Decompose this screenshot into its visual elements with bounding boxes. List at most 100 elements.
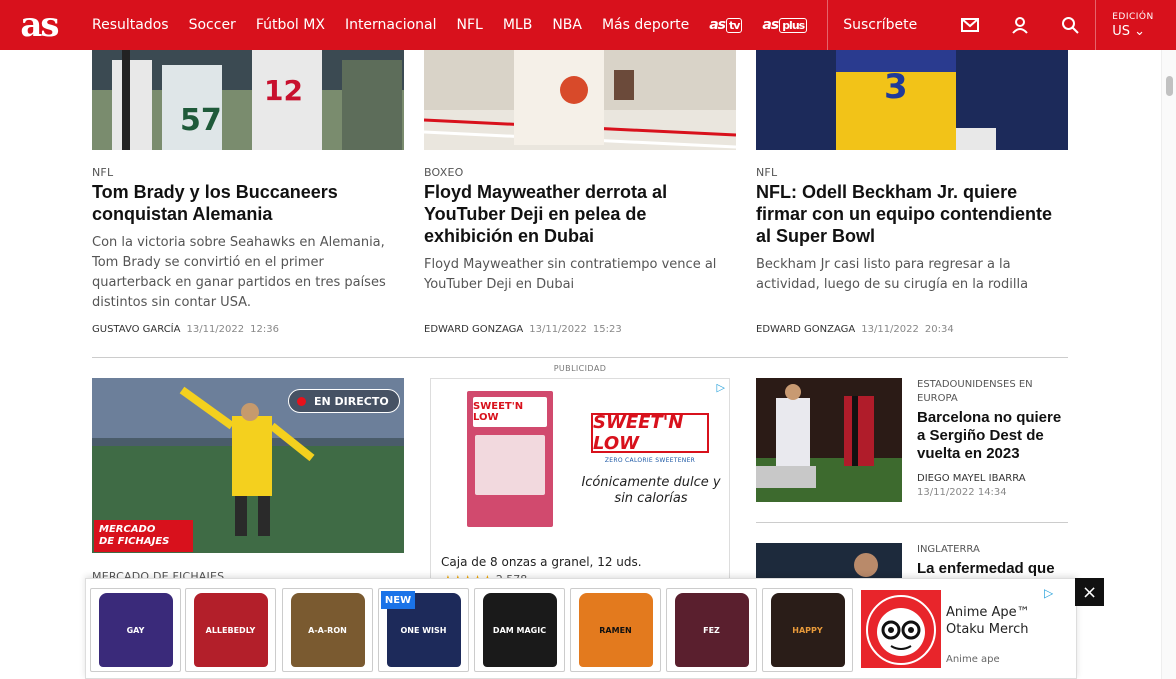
new-badge: NEW: [381, 591, 415, 609]
main-nav: Resultados Soccer Fútbol MX Internaciona…: [78, 0, 827, 50]
sweater-label: RAMEN: [599, 625, 632, 635]
svg-text:57: 57: [180, 103, 222, 138]
mercado-fichajes-overlay: MERCADO DE FICHAJES: [94, 520, 193, 552]
article-time: 20:34: [924, 324, 954, 335]
nav-item-nfl[interactable]: NFL: [457, 17, 483, 33]
nav-item-futbol-mx[interactable]: Fútbol MX: [256, 17, 325, 33]
svg-text:3: 3: [884, 67, 908, 107]
sweater-label: FEZ: [703, 625, 720, 635]
sweater-image: ALLEBEDLY: [193, 593, 268, 667]
article-section[interactable]: BOXEO: [424, 166, 463, 179]
article-image[interactable]: [424, 50, 736, 150]
article-author[interactable]: EDWARD GONZAGA: [424, 324, 523, 335]
article-meta: EDWARD GONZAGA 13/11/2022 20:34: [756, 324, 1068, 335]
search-icon[interactable]: [1045, 0, 1095, 50]
product-thumbnail[interactable]: DAM MAGIC: [474, 588, 565, 672]
side-article-headline[interactable]: La enfermedad que: [917, 560, 1067, 578]
side-article-text: ESTADOUNIDENSES EN EUROPA Barcelona no q…: [917, 378, 1067, 500]
nav-item-resultados[interactable]: Resultados: [92, 17, 169, 33]
as-logo[interactable]: as: [0, 0, 78, 50]
product-box-art: [475, 435, 545, 495]
side-article-image[interactable]: [756, 378, 902, 502]
article-headline[interactable]: Tom Brady y los Buccaneers conquistan Al…: [92, 181, 404, 225]
article-date: 13/11/2022: [861, 324, 919, 335]
edition-selector[interactable]: EDICIÓN US ⌄: [1096, 0, 1166, 50]
page-scrollbar[interactable]: [1161, 50, 1176, 679]
side-article-headline[interactable]: Barcelona no quiere a Sergiño Dest de vu…: [917, 409, 1067, 463]
article-author[interactable]: GUSTAVO GARCÍA: [92, 324, 180, 335]
close-icon[interactable]: ×: [1075, 578, 1104, 606]
product-thumbnail[interactable]: A-A-RON: [282, 588, 373, 672]
article-meta: EDWARD GONZAGA 13/11/2022 15:23: [424, 324, 736, 335]
sweater-image: RAMEN: [578, 593, 653, 667]
sweater-image: GAY: [98, 593, 173, 667]
product-thumbnail[interactable]: GAY: [90, 588, 181, 672]
top-navigation-bar: as Resultados Soccer Fútbol MX Internaci…: [0, 0, 1176, 50]
live-badge-label: EN DIRECTO: [314, 394, 389, 408]
mail-icon[interactable]: [945, 0, 995, 50]
mercado-line-1: MERCADO: [99, 524, 156, 535]
sweater-label: ONE WISH: [400, 625, 447, 635]
as-tv-badge: tv: [725, 18, 743, 33]
ad-choices-icon[interactable]: ▷: [1044, 586, 1053, 600]
anime-ad-source[interactable]: Anime ape: [946, 654, 1000, 665]
side-article-datetime: 13/11/2022 14:34: [917, 486, 1067, 500]
ad-caption: Caja de 8 onzas a granel, 12 uds.: [441, 555, 642, 569]
side-article-section[interactable]: INGLATERRA: [917, 543, 1067, 557]
side-article-image[interactable]: [756, 543, 902, 583]
anime-ad-title[interactable]: Anime Ape™ Otaku Merch: [946, 604, 1070, 638]
article-headline[interactable]: Floyd Mayweather derrota al YouTuber Dej…: [424, 181, 736, 247]
nav-item-mlb[interactable]: MLB: [503, 17, 532, 33]
brand-subtitle: ZERO CALORIE SWEETENER: [604, 457, 696, 464]
product-box-image: SWEET'N LOW: [467, 391, 553, 527]
chevron-down-icon: ⌄: [1134, 23, 1146, 39]
brand-logo: SWEET'N LOW: [591, 412, 709, 454]
nav-item-soccer[interactable]: Soccer: [189, 17, 236, 33]
article-summary: Beckham Jr casi listo para regresar a la…: [756, 257, 1029, 292]
display-ad[interactable]: ▷ SWEET'N LOW SWEET'N LOW ZERO CALORIE S…: [430, 378, 730, 588]
scrollbar-thumb[interactable]: [1166, 76, 1173, 96]
as-plus-text: as: [762, 17, 779, 33]
sweater-label: DAM MAGIC: [492, 625, 547, 635]
article-section[interactable]: NFL: [756, 166, 777, 179]
article-summary: Con la victoria sobre Seahawks en Aleman…: [92, 235, 386, 310]
side-article-section[interactable]: ESTADOUNIDENSES EN EUROPA: [917, 378, 1067, 406]
sweater-image: HAPPY: [770, 593, 845, 667]
product-thumbnail[interactable]: RAMEN: [570, 588, 661, 672]
sweater-label: A-A-RON: [308, 625, 347, 635]
sweater-label: ALLEBEDLY: [205, 625, 256, 635]
user-icon[interactable]: [995, 0, 1045, 50]
article-date: 13/11/2022: [186, 324, 245, 335]
product-thumbnail[interactable]: ALLEBEDLY: [185, 588, 276, 672]
side-article-author[interactable]: DIEGO MAYEL IBARRA: [917, 472, 1067, 486]
side-divider: [756, 522, 1068, 523]
live-badge: EN DIRECTO: [288, 389, 400, 413]
live-dot-icon: [297, 396, 306, 406]
product-box-brand: SWEET'N LOW: [473, 397, 547, 427]
product-thumbnail[interactable]: FEZ: [666, 588, 757, 672]
nav-item-internacional[interactable]: Internacional: [345, 17, 437, 33]
article-author[interactable]: EDWARD GONZAGA: [756, 324, 855, 335]
sweater-label: HAPPY: [792, 625, 823, 635]
anime-ape-logo[interactable]: [861, 590, 941, 672]
side-article-time: 14:34: [977, 487, 1007, 498]
sweater-image: DAM MAGIC: [482, 593, 557, 667]
article-image[interactable]: 3: [756, 50, 1068, 150]
article-headline[interactable]: NFL: Odell Beckham Jr. quiere firmar con…: [756, 181, 1068, 247]
nav-item-nba[interactable]: NBA: [552, 17, 582, 33]
as-tv-link[interactable]: as tv: [709, 17, 743, 33]
ad-label: PUBLICIDAD: [553, 364, 607, 373]
article-image[interactable]: 57 12: [92, 50, 404, 150]
sweater-image: FEZ: [674, 593, 749, 667]
subscribe-link[interactable]: Suscríbete: [828, 17, 945, 33]
ad-choices-icon[interactable]: ▷: [717, 381, 725, 394]
sweater-image: A-A-RON: [290, 593, 365, 667]
section-divider: [92, 357, 1068, 358]
article-section[interactable]: NFL: [92, 166, 113, 179]
product-thumbnail[interactable]: HAPPY: [762, 588, 853, 672]
article-meta: GUSTAVO GARCÍA 13/11/2022 12:36: [92, 324, 404, 335]
edition-value-row: US ⌄: [1112, 24, 1166, 39]
article-date: 13/11/2022: [529, 324, 587, 335]
as-plus-link[interactable]: as plus: [762, 17, 808, 33]
nav-item-mas-deporte[interactable]: Más deporte: [602, 17, 689, 33]
